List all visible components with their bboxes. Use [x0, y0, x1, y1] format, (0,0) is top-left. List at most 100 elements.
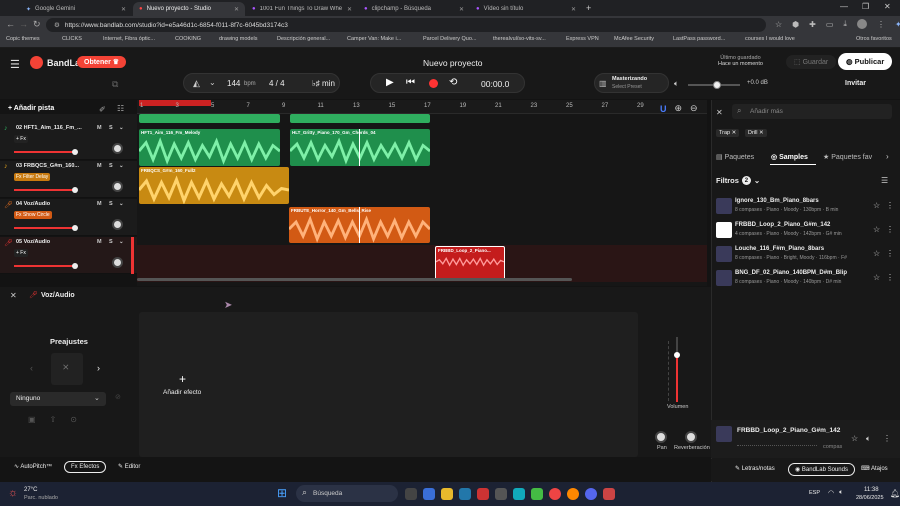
sample-row[interactable]: Ignore_130_Bm_Piano_8bars 8 compases · P…	[716, 198, 896, 220]
tab-draw[interactable]: ● 1001 Fun Things To Draw When Y ✕	[246, 2, 358, 16]
close-icon[interactable]: ✕	[234, 6, 239, 13]
tab-effects[interactable]: Fx Efectos	[64, 461, 107, 473]
bookmark[interactable]: McAfee Security	[614, 36, 654, 42]
bookmark[interactable]: Descripción general...	[277, 36, 330, 42]
bookmark[interactable]: COOKING	[175, 36, 201, 42]
sort-icon[interactable]: ☰	[881, 176, 888, 185]
save-preset-icon[interactable]: ▣	[28, 415, 36, 424]
fullscreen-icon[interactable]: ⧉	[112, 79, 118, 90]
volume-fader-track[interactable]	[674, 337, 680, 402]
bookmark[interactable]: courses I would love	[745, 36, 795, 42]
tab-autopitch[interactable]: ∿ AutoPitch™	[14, 463, 52, 470]
snap-icon[interactable]: U	[660, 104, 667, 114]
rewind-icon[interactable]: ⏮	[406, 77, 415, 88]
bookmark[interactable]: Camper Van: Make i...	[347, 36, 401, 42]
chrome-icon[interactable]	[549, 488, 561, 500]
clock-time[interactable]: 11:38	[864, 487, 879, 493]
bookmark[interactable]: Express VPN	[566, 36, 599, 42]
delete-icon[interactable]: ⊙	[70, 415, 77, 424]
project-title[interactable]: Nuevo proyecto	[423, 58, 483, 68]
app-icon[interactable]	[477, 488, 489, 500]
tab-gemini[interactable]: ✦ Google Gemini ✕	[20, 2, 132, 16]
maximize-icon[interactable]: ❐	[862, 2, 869, 11]
close-icon[interactable]: ✕	[459, 6, 464, 13]
notification-icon[interactable]: 🔔︎	[890, 489, 900, 498]
more-icon[interactable]: ⋮	[886, 225, 894, 234]
hamburger-icon[interactable]: ☰	[10, 58, 20, 71]
fx-badge[interactable]: + Fx	[14, 249, 28, 257]
chevron-down-icon[interactable]: ⌄	[119, 201, 124, 207]
discord-icon[interactable]	[585, 488, 597, 500]
play-icon[interactable]: ▶	[386, 77, 394, 88]
fx-badge[interactable]: Fx Show Circle	[14, 211, 52, 219]
speaker-icon[interactable]: 🔈︎	[866, 434, 871, 444]
volume-icon[interactable]: 🔈︎	[839, 489, 843, 497]
app-icon[interactable]	[603, 488, 615, 500]
task-view-icon[interactable]	[405, 488, 417, 500]
effects-chain-area[interactable]: + Añadir efecto	[139, 312, 638, 457]
weather-icon[interactable]: ☼	[8, 487, 18, 499]
track-row[interactable]: 🎤︎ 04 Voz/Audio M S ⌄ Fx Show Circle	[0, 199, 137, 236]
sample-row[interactable]: FRBBD_Loop_2_Piano_G#m_142 4 compases · …	[716, 222, 896, 244]
bandlab-sounds-button[interactable]: ◉ BandLab Sounds	[788, 463, 855, 476]
bpm-value[interactable]: 144	[227, 79, 240, 88]
player-waveform[interactable]	[737, 440, 817, 446]
favorite-icon[interactable]: ☆	[873, 201, 880, 210]
pan-knob[interactable]	[112, 257, 123, 268]
bookmark[interactable]: LastPass password...	[673, 36, 725, 42]
store-icon[interactable]	[495, 488, 507, 500]
solo-button[interactable]: S	[109, 163, 113, 169]
extension-icon[interactable]: ⬢	[792, 20, 799, 29]
filter-chip[interactable]: Trap ✕	[716, 129, 740, 137]
audio-clip-top[interactable]	[139, 114, 280, 123]
publish-button[interactable]: ◍ Publicar	[838, 53, 893, 70]
bookmark[interactable]: therealvul/so-vits-sv...	[493, 36, 546, 42]
loop-icon[interactable]: ⟲	[449, 77, 457, 88]
volume-fader-handle[interactable]	[674, 352, 680, 358]
taskbar-search[interactable]: ⌕ Búsqueda	[296, 485, 398, 502]
audio-clip[interactable]: FRBQCS_G#m_160_Full2	[139, 167, 289, 204]
track-name[interactable]: 03 FRBQCS_G#m_160...	[16, 163, 84, 169]
bookmark[interactable]: Internet, Fibra óptic...	[103, 36, 155, 42]
close-icon[interactable]: ✕	[347, 6, 352, 13]
track-name[interactable]: 05 Voz/Audio	[16, 239, 84, 245]
tab-editor[interactable]: ✎ Editor	[118, 463, 140, 470]
chevron-left-icon[interactable]: ‹	[30, 363, 33, 373]
minecraft-icon[interactable]	[531, 488, 543, 500]
link-icon[interactable]: ⊘	[115, 393, 121, 401]
app-icon[interactable]	[513, 488, 525, 500]
lyrics-button[interactable]: ✎ Letras/notas	[735, 465, 775, 472]
timeline-scrollbar[interactable]	[137, 278, 572, 281]
profile-avatar[interactable]	[856, 19, 867, 29]
mute-button[interactable]: M	[97, 239, 102, 245]
app-icon[interactable]	[423, 488, 435, 500]
firefox-icon[interactable]	[567, 488, 579, 500]
tab-packs[interactable]: ▤ Paquetes	[716, 153, 754, 161]
sample-row[interactable]: Louche_116_F#m_Piano_8bars 8 compases · …	[716, 246, 896, 268]
timeline-ruler[interactable]	[137, 100, 707, 114]
add-effect-icon[interactable]: +	[179, 372, 186, 386]
new-tab-icon[interactable]: +	[586, 3, 591, 13]
filters-button[interactable]: Filtros 2 ⌄	[716, 176, 760, 185]
menu-icon[interactable]: ⋮	[877, 20, 885, 29]
master-volume-slider[interactable]	[688, 81, 740, 89]
close-icon[interactable]: ✕	[759, 130, 764, 136]
puzzle-icon[interactable]: ✚	[809, 20, 816, 29]
preset-thumbnail[interactable]: ⨯	[51, 353, 83, 385]
sidebar-icon[interactable]: ▭	[826, 20, 834, 29]
sample-row[interactable]: BNG_DF_02_Piano_140BPM_D#m_Blip 8 compas…	[716, 270, 896, 292]
master-volume-handle[interactable]	[713, 81, 721, 89]
track-volume-slider[interactable]	[14, 263, 78, 269]
sample-search-input[interactable]: ⌕ Añadir más	[732, 104, 892, 119]
magic-icon[interactable]: ✐	[99, 105, 106, 114]
chevron-right-icon[interactable]: ›	[886, 152, 889, 161]
fx-badge[interactable]: Fx Filter Delay	[14, 173, 51, 181]
track-row[interactable]: ♪ 03 FRBQCS_G#m_160... M S ⌄ Fx Filter D…	[0, 161, 137, 198]
close-icon[interactable]: ✕	[732, 130, 737, 136]
solo-button[interactable]: S	[109, 125, 113, 131]
clock-date[interactable]: 28/06/2025	[856, 495, 884, 501]
tab-bing[interactable]: ● clipchamp - Búsqueda ✕	[358, 2, 470, 16]
tab-studio[interactable]: ● Nuevo proyecto - Studio ✕	[133, 2, 245, 16]
file-explorer-icon[interactable]	[441, 488, 453, 500]
back-icon[interactable]: ←	[6, 19, 15, 29]
